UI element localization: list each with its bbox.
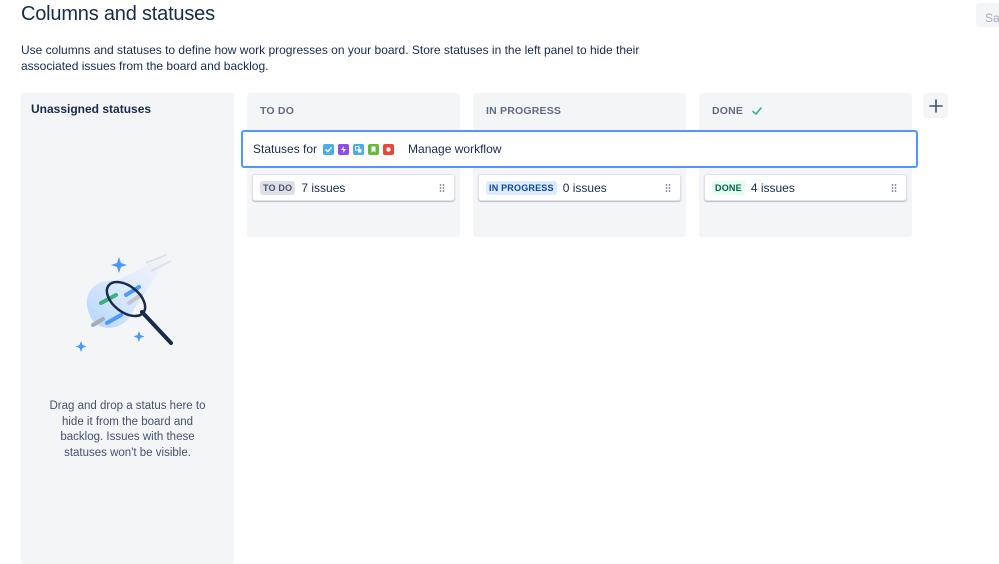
status-card-in-progress[interactable]: IN PROGRESS 0 issues [478, 174, 681, 201]
statuses-for-label: Statuses for [253, 142, 318, 156]
save-button[interactable]: Sa [976, 3, 999, 27]
column-header[interactable]: DONE [712, 105, 763, 117]
column-name: IN PROGRESS [486, 105, 562, 117]
unassigned-statuses-title: Unassigned statuses [31, 102, 152, 116]
page-title: Columns and statuses [21, 3, 215, 25]
status-card-done[interactable]: DONE 4 issues [704, 174, 907, 201]
drag-handle-icon[interactable] [665, 183, 671, 193]
issue-count: 0 issues [562, 180, 607, 195]
story-icon [368, 143, 380, 155]
unassigned-statuses-panel[interactable]: Unassigned statuses Drag and drop a stat… [21, 93, 234, 564]
column-header[interactable]: IN PROGRESS [486, 105, 561, 117]
status-lozenge: IN PROGRESS [486, 180, 557, 195]
plus-icon [928, 98, 943, 113]
check-icon [752, 107, 762, 115]
column-name: TO DO [260, 105, 295, 117]
task-icon [323, 143, 335, 155]
issue-count: 4 issues [750, 180, 795, 195]
status-lozenge: TO DO [260, 180, 296, 195]
issue-count: 7 issues [301, 180, 346, 195]
epic-icon [338, 143, 350, 155]
column-header[interactable]: TO DO [260, 105, 294, 117]
status-lozenge: DONE [712, 180, 745, 195]
add-column-button[interactable] [923, 93, 948, 118]
empty-state-illustration [75, 253, 173, 352]
drop-hint-text: Drag and drop a status here to hide it f… [49, 400, 206, 459]
page-description: Use columns and statuses to define how w… [21, 43, 640, 73]
drag-handle-icon[interactable] [439, 183, 445, 193]
issue-type-icons [323, 143, 395, 155]
bug-icon [383, 143, 395, 155]
column-name: DONE [712, 105, 744, 117]
manage-workflow-link[interactable]: Manage workflow [408, 142, 501, 156]
statuses-for-bar: Statuses for Manage workflow [241, 130, 918, 168]
drag-handle-icon[interactable] [891, 183, 897, 193]
status-card-to-do[interactable]: TO DO 7 issues [252, 174, 455, 201]
subtask-icon [353, 143, 365, 155]
